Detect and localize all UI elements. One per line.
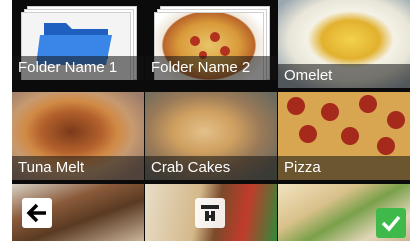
tile-crab-cakes[interactable]: Crab Cakes bbox=[145, 92, 277, 180]
back-arrow-icon bbox=[26, 203, 46, 223]
tile-pizza[interactable]: Pizza bbox=[278, 92, 410, 180]
tile-label: Folder Name 1 bbox=[12, 56, 144, 80]
tile-label: Tuna Melt bbox=[12, 156, 144, 180]
tile-tuna-melt[interactable]: Tuna Melt bbox=[12, 92, 144, 180]
tile-tacos[interactable] bbox=[278, 184, 410, 241]
page-jump-icon bbox=[201, 205, 219, 221]
confirm-button[interactable] bbox=[376, 208, 406, 238]
tile-label: Crab Cakes bbox=[145, 156, 277, 180]
checkmark-icon bbox=[381, 215, 401, 232]
tile-folder-2[interactable]: Folder Name 2 bbox=[145, 0, 277, 80]
tile-omelet[interactable]: Omelet bbox=[278, 0, 410, 88]
tile-grid-screen: Folder Name 1 Folder Name 2 Omelet Tuna … bbox=[12, 0, 410, 241]
tile-reuben[interactable] bbox=[12, 184, 144, 241]
tile-folder-1[interactable]: Folder Name 1 bbox=[12, 0, 144, 80]
back-button[interactable] bbox=[22, 198, 52, 228]
tile-grilled-chicken[interactable] bbox=[145, 184, 277, 241]
tile-label: Pizza bbox=[278, 156, 410, 180]
tile-label: Folder Name 2 bbox=[145, 56, 277, 80]
page-jump-button[interactable] bbox=[195, 198, 225, 228]
tile-label: Omelet bbox=[278, 64, 410, 88]
